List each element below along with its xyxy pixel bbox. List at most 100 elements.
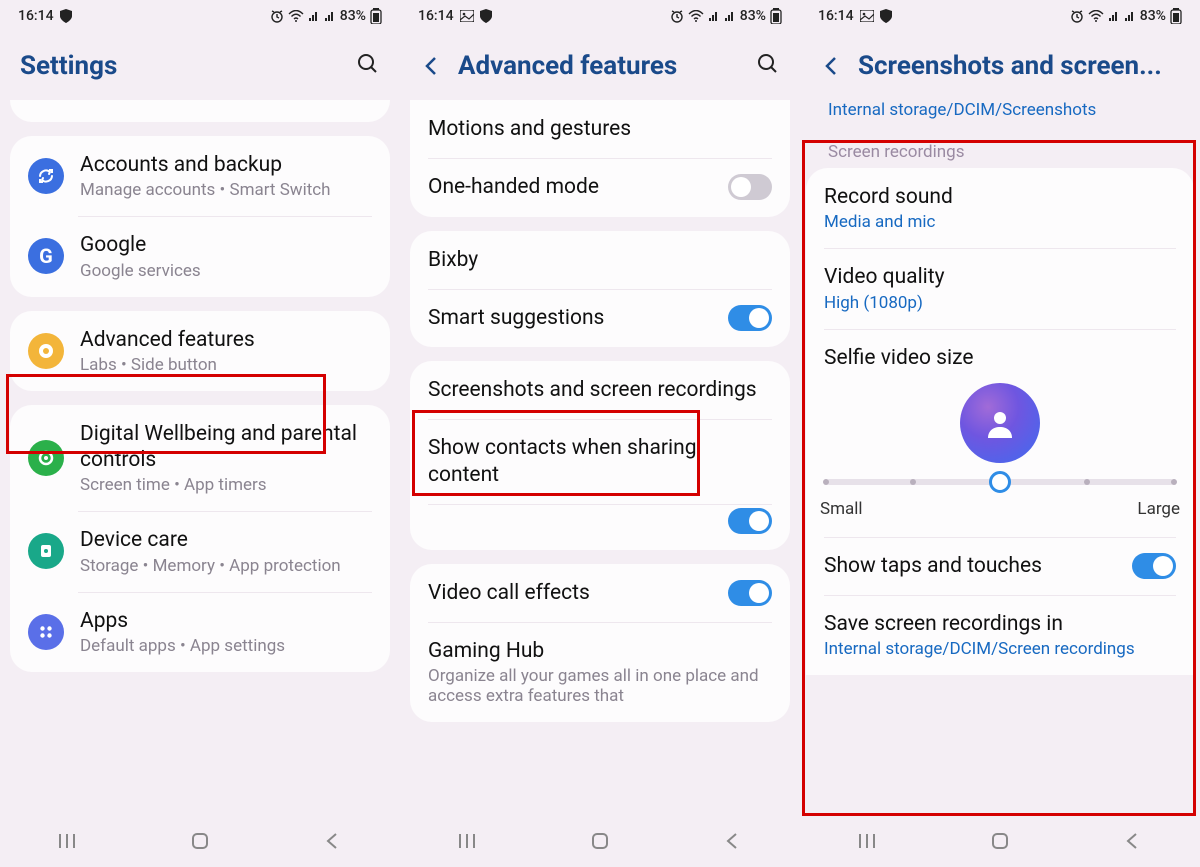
slider-label-small: Small xyxy=(820,499,863,519)
toggle-one-handed[interactable] xyxy=(728,174,772,200)
row-google[interactable]: G Google Google services xyxy=(10,216,390,296)
row-video-quality[interactable]: Video quality High (1080p) xyxy=(806,248,1194,328)
row-accounts-backup[interactable]: Accounts and backup Manage accounts • Sm… xyxy=(10,136,390,216)
row-show-taps[interactable]: Show taps and touches xyxy=(806,537,1194,595)
row-subtitle: Organize all your games all in one place… xyxy=(428,666,772,706)
signal2-icon xyxy=(324,10,336,22)
row-title: Video call effects xyxy=(428,580,712,606)
slider-label-large: Large xyxy=(1137,499,1180,519)
row-gaming-hub[interactable]: Gaming Hub Organize all your games all i… xyxy=(410,622,790,722)
screen-recording-settings: Internal storage/DCIM/Screenshots Screen… xyxy=(800,100,1200,819)
row-smart-suggestions[interactable]: Smart suggestions xyxy=(410,289,790,347)
row-title: One-handed mode xyxy=(428,174,712,200)
row-subtitle: Screen time • App timers xyxy=(80,475,372,495)
row-subtitle: Storage • Memory • App protection xyxy=(80,556,372,576)
battery-icon xyxy=(770,8,782,24)
row-one-handed-mode[interactable]: One-handed mode xyxy=(410,158,790,216)
status-time: 16:14 xyxy=(18,8,54,24)
row-advanced-features[interactable]: Advanced features Labs • Side button xyxy=(10,311,390,391)
row-title: Apps xyxy=(80,608,372,634)
page-title: Advanced features xyxy=(458,51,742,81)
advanced-features-list: Motions and gestures One-handed mode Bix… xyxy=(400,100,800,819)
nav-back-icon[interactable] xyxy=(1122,830,1144,856)
section-label: Screen recordings xyxy=(806,128,1194,168)
shield-icon xyxy=(60,9,72,23)
alarm-icon xyxy=(270,9,284,23)
nav-back-icon[interactable] xyxy=(722,830,744,856)
device-care-icon xyxy=(28,533,64,569)
search-icon[interactable] xyxy=(756,52,780,80)
row-video-call-effects[interactable]: Video call effects xyxy=(410,564,790,622)
shield-icon xyxy=(480,9,492,23)
row-title: Digital Wellbeing and parental controls xyxy=(80,421,372,474)
row-apps[interactable]: Apps Default apps • App settings xyxy=(10,592,390,672)
row-title: Smart suggestions xyxy=(428,305,712,331)
wifi-icon xyxy=(1088,10,1104,22)
row-value: High (1080p) xyxy=(824,293,923,313)
row-title: Accounts and backup xyxy=(80,152,372,178)
row-save-recordings-path[interactable]: Save screen recordings in Internal stora… xyxy=(806,595,1194,675)
row-value: Internal storage/DCIM/Screen recordings xyxy=(824,639,1135,659)
row-title: Video quality xyxy=(824,264,1176,290)
status-battery: 83% xyxy=(340,8,366,24)
row-bixby[interactable]: Bixby xyxy=(410,231,790,289)
status-time: 16:14 xyxy=(418,8,454,24)
slider-thumb[interactable] xyxy=(989,471,1011,493)
nav-home-icon[interactable] xyxy=(189,830,211,856)
gear-plus-icon xyxy=(28,333,64,369)
nav-bar xyxy=(800,819,1200,867)
search-icon[interactable] xyxy=(356,52,380,80)
selfie-size-slider[interactable]: Small Large xyxy=(806,469,1194,537)
phone-advanced-features: 16:14 83% Advanced features Motions and … xyxy=(400,0,800,867)
status-battery: 83% xyxy=(740,8,766,24)
signal2-icon xyxy=(724,10,736,22)
status-bar: 16:14 83% xyxy=(400,0,800,32)
row-value: Media and mic xyxy=(824,212,935,232)
nav-bar xyxy=(400,819,800,867)
nav-back-icon[interactable] xyxy=(322,830,344,856)
phone-screenshots-settings: 16:14 83% Screenshots and screen... Inte… xyxy=(800,0,1200,867)
row-title: Bixby xyxy=(428,247,772,273)
row-screenshots-recordings[interactable]: Screenshots and screen recordings xyxy=(410,361,790,419)
signal1-icon xyxy=(308,10,320,22)
row-title: Motions and gestures xyxy=(428,116,772,142)
nav-home-icon[interactable] xyxy=(589,830,611,856)
row-device-care[interactable]: Device care Storage • Memory • App prote… xyxy=(10,511,390,591)
row-title: Google xyxy=(80,232,372,258)
battery-icon xyxy=(1170,8,1182,24)
row-show-contacts-toggle[interactable] xyxy=(410,504,790,550)
page-title: Screenshots and screen... xyxy=(858,51,1180,81)
toggle-video-call-effects[interactable] xyxy=(728,580,772,606)
row-subtitle: Google services xyxy=(80,261,372,281)
selfie-preview xyxy=(960,383,1040,463)
back-icon[interactable] xyxy=(420,54,444,78)
nav-home-icon[interactable] xyxy=(989,830,1011,856)
toggle-show-contacts[interactable] xyxy=(728,508,772,534)
row-record-sound[interactable]: Record sound Media and mic xyxy=(806,168,1194,248)
status-time: 16:14 xyxy=(818,8,854,24)
row-motions-gestures[interactable]: Motions and gestures xyxy=(410,100,790,158)
row-subtitle: Labs • Side button xyxy=(80,355,372,375)
toggle-show-taps[interactable] xyxy=(1132,553,1176,579)
nav-recents-icon[interactable] xyxy=(456,830,478,856)
row-show-contacts-sharing[interactable]: Show contacts when sharing content xyxy=(410,419,790,504)
image-icon xyxy=(460,10,474,22)
toggle-smart-suggestions[interactable] xyxy=(728,305,772,331)
google-icon: G xyxy=(28,238,64,274)
card-peek xyxy=(10,100,390,122)
row-title: Record sound xyxy=(824,184,1176,210)
back-icon[interactable] xyxy=(820,54,844,78)
wifi-icon xyxy=(288,10,304,22)
image-icon xyxy=(860,10,874,22)
row-digital-wellbeing[interactable]: Digital Wellbeing and parental controls … xyxy=(10,405,390,512)
header: Settings xyxy=(0,32,400,100)
row-subtitle: Manage accounts • Smart Switch xyxy=(80,180,372,200)
alarm-icon xyxy=(670,9,684,23)
status-bar: 16:14 83% xyxy=(800,0,1200,32)
nav-recents-icon[interactable] xyxy=(856,830,878,856)
row-title: Show contacts when sharing content xyxy=(428,435,772,488)
phone-settings: 16:14 83% Settings A xyxy=(0,0,400,867)
row-title: Selfie video size xyxy=(824,345,1176,371)
nav-recents-icon[interactable] xyxy=(56,830,78,856)
page-title: Settings xyxy=(20,51,342,81)
